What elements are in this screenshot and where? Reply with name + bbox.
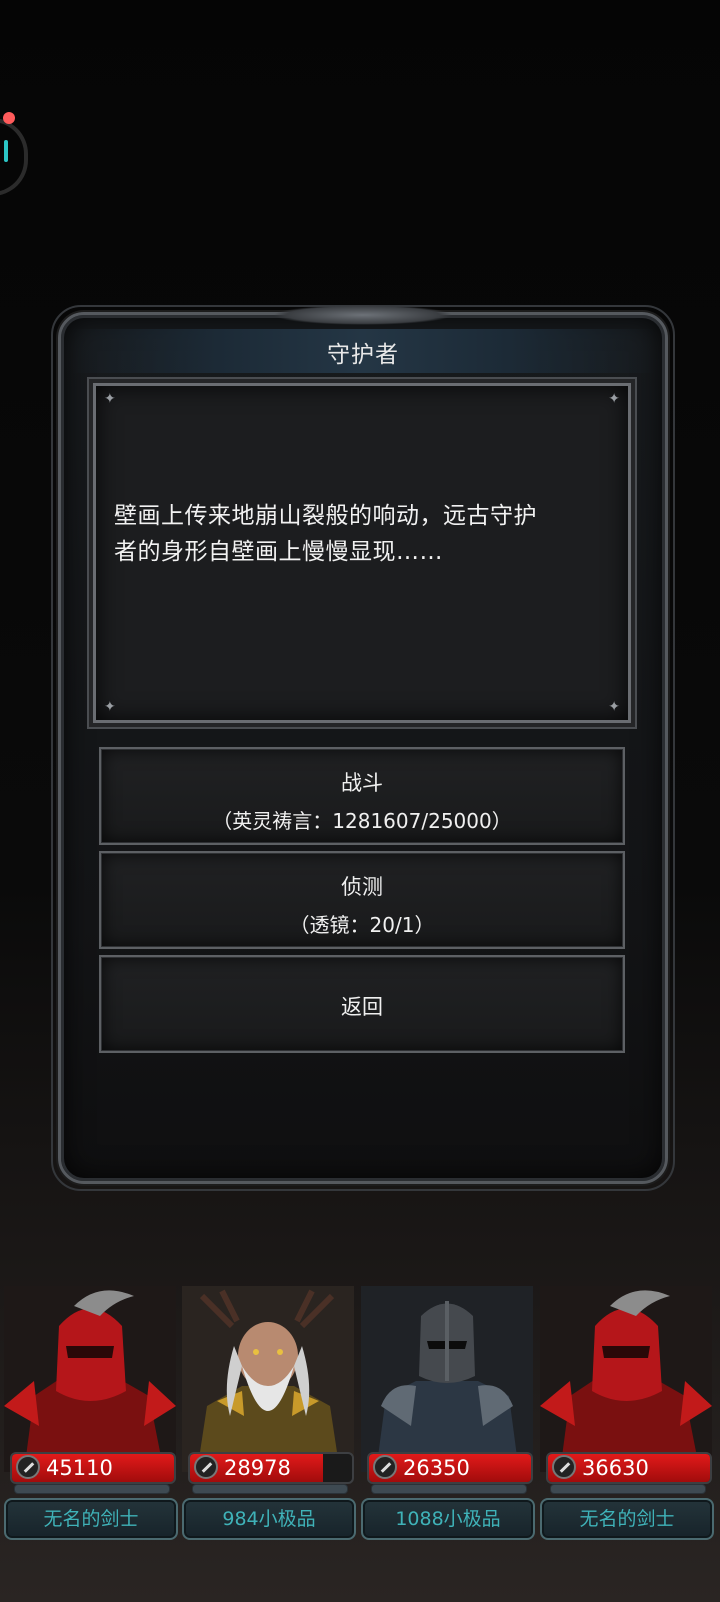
hero-name: 984小极品 bbox=[182, 1498, 356, 1540]
red-armored-knight-portrait bbox=[540, 1286, 712, 1472]
story-text-box: ✦ ✦ ✦ ✦ 壁画上传来地崩山裂般的响动，远古守护 者的身形自壁画上慢慢显现…… bbox=[93, 383, 631, 723]
story-line: 者的身形自壁画上慢慢显现…… bbox=[114, 539, 443, 565]
hero-name: 1088小极品 bbox=[361, 1498, 535, 1540]
hp-bar: 28978 bbox=[188, 1452, 354, 1484]
fight-button-cost: （英灵祷言：1281607/25000） bbox=[212, 809, 512, 833]
mp-bar bbox=[371, 1484, 527, 1494]
hero-name: 无名的剑士 bbox=[540, 1498, 714, 1540]
mp-bar bbox=[550, 1484, 706, 1494]
notification-dot bbox=[3, 112, 15, 124]
return-button-label: 返回 bbox=[341, 995, 383, 1019]
fight-button-label: 战斗 bbox=[341, 771, 383, 795]
mp-bar bbox=[192, 1484, 348, 1494]
red-armored-knight-portrait bbox=[4, 1286, 176, 1472]
sword-icon bbox=[552, 1455, 576, 1479]
corner-star-icon: ✦ bbox=[104, 391, 116, 407]
sword-icon bbox=[373, 1455, 397, 1479]
story-line: 壁画上传来地崩山裂般的响动，远古守护 bbox=[114, 503, 537, 529]
story-text: 壁画上传来地崩山裂般的响动，远古守护 者的身形自壁画上慢慢显现…… bbox=[114, 498, 610, 570]
party-member[interactable]: 28978 984小极品 bbox=[180, 1286, 358, 1546]
sword-icon bbox=[194, 1455, 218, 1479]
helmeted-dark-warrior-portrait bbox=[361, 1286, 533, 1472]
party-member[interactable]: 36630 无名的剑士 bbox=[538, 1286, 716, 1546]
party-member[interactable]: 26350 1088小极品 bbox=[359, 1286, 537, 1546]
progress-arc bbox=[4, 140, 8, 162]
corner-star-icon: ✦ bbox=[608, 699, 620, 715]
hp-value: 28978 bbox=[224, 1456, 291, 1480]
side-progress-widget[interactable] bbox=[0, 112, 28, 196]
detect-button-label: 侦测 bbox=[341, 875, 383, 899]
party-member[interactable]: 45110 无名的剑士 bbox=[2, 1286, 180, 1546]
mp-bar bbox=[14, 1484, 170, 1494]
hp-bar: 45110 bbox=[10, 1452, 176, 1484]
hp-bar: 36630 bbox=[546, 1452, 712, 1484]
detect-button[interactable]: 侦测 （透镜：20/1） bbox=[99, 851, 625, 949]
hp-value: 45110 bbox=[46, 1456, 113, 1480]
hp-value: 36630 bbox=[582, 1456, 649, 1480]
fight-button[interactable]: 战斗 （英灵祷言：1281607/25000） bbox=[99, 747, 625, 845]
dialog-top-ornament bbox=[273, 305, 453, 325]
sword-icon bbox=[16, 1455, 40, 1479]
corner-star-icon: ✦ bbox=[104, 699, 116, 715]
return-button[interactable]: 返回 bbox=[99, 955, 625, 1053]
hp-value: 26350 bbox=[403, 1456, 470, 1480]
event-dialog: 守护者 ✦ ✦ ✦ ✦ 壁画上传来地崩山裂般的响动，远古守护 者的身形自壁画上慢… bbox=[51, 305, 675, 1191]
antlered-elder-sage-portrait bbox=[182, 1286, 354, 1472]
dialog-title: 守护者 bbox=[327, 342, 399, 368]
party-bar: 45110 无名的剑士 28978 984小极品 26350 1088小极品 3… bbox=[0, 1286, 720, 1546]
hp-bar: 26350 bbox=[367, 1452, 533, 1484]
hero-name: 无名的剑士 bbox=[4, 1498, 178, 1540]
detect-button-cost: （透镜：20/1） bbox=[289, 913, 435, 937]
corner-star-icon: ✦ bbox=[608, 391, 620, 407]
